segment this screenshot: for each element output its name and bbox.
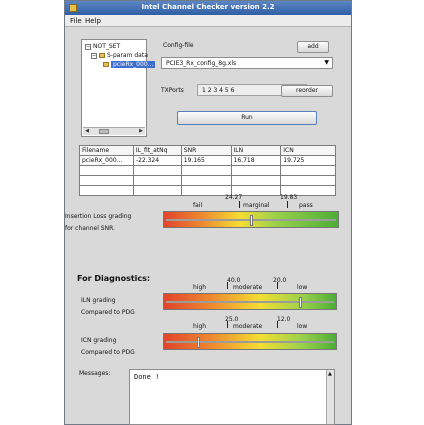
table-cell[interactable]: pcieRx_000... <box>79 155 134 166</box>
table-cell[interactable] <box>180 165 232 176</box>
snr-pass-label: pass <box>299 202 313 209</box>
table-row[interactable] <box>79 165 336 176</box>
messages-vertical-scrollbar[interactable]: ▲ <box>326 370 334 424</box>
icn-tick-1 <box>227 321 228 328</box>
table-cell[interactable]: 19.725 <box>280 155 336 166</box>
txports-value: 1 2 3 4 5 6 <box>202 87 235 94</box>
table-row[interactable]: pcieRx_000... -22.324 19.165 16.718 19.7… <box>79 155 336 166</box>
icn-low-label: low <box>297 323 308 330</box>
menu-help[interactable]: Help <box>85 17 101 25</box>
iln-threshold-2: 20.0 <box>273 277 287 284</box>
menu-file[interactable]: File <box>70 17 82 25</box>
snr-slider-thumb <box>250 215 253 226</box>
slider-track <box>166 341 334 343</box>
table-cell[interactable] <box>79 165 134 176</box>
messages-text: Done ! <box>134 373 160 381</box>
column-header-icn[interactable]: ICN <box>280 145 336 156</box>
icn-grading-label-2: Compared to PDG <box>81 349 135 356</box>
table-cell[interactable] <box>180 175 232 186</box>
scroll-left-icon[interactable]: ◀ <box>83 128 91 135</box>
column-header-il-fit[interactable]: IL_fit_atNq <box>132 145 182 156</box>
iln-threshold-1: 40.0 <box>227 277 241 284</box>
table-cell[interactable] <box>180 185 232 196</box>
snr-threshold-2: 19.83 <box>280 194 298 201</box>
icn-high-label: high <box>193 323 207 330</box>
title-bar: Intel Channel Checker version 2.2 <box>65 1 351 15</box>
tree-root[interactable]: − NOT_SET <box>85 43 120 50</box>
collapse-icon[interactable]: − <box>85 44 91 50</box>
table-row[interactable] <box>79 175 336 186</box>
tree-group-label: S-param data <box>107 52 148 59</box>
menu-bar: File Help <box>65 15 351 27</box>
txports-label: TXPorts <box>161 87 184 94</box>
config-file-value: PCIE3_Rx_config_8g.xls <box>166 60 237 67</box>
table-cell[interactable] <box>79 185 134 196</box>
iln-grading-label-2: Compared to PDG <box>81 309 135 316</box>
tree-group[interactable]: − S-param data <box>91 52 148 59</box>
config-file-label: Config-file <box>163 42 194 49</box>
snr-threshold-1: 24.27 <box>225 194 243 201</box>
diagnostics-heading: For Diagnostics: <box>77 274 151 283</box>
slider-track <box>166 301 334 303</box>
config-file-select[interactable]: PCIE3_Rx_config_8g.xls ▼ <box>161 57 333 69</box>
icn-threshold-2: 12.0 <box>277 316 291 323</box>
iln-tick-2 <box>277 282 278 289</box>
run-button[interactable]: Run <box>177 111 317 125</box>
icn-moderate-label: moderate <box>233 323 263 330</box>
scroll-right-icon[interactable]: ▶ <box>137 128 145 135</box>
snr-grading-label-1: Insertion Loss grading <box>65 213 132 220</box>
window-title: Intel Channel Checker version 2.2 <box>141 3 275 11</box>
icn-grading-label-1: ICN grading <box>81 337 117 344</box>
iln-grading-bar <box>163 293 337 310</box>
main-window: Intel Channel Checker version 2.2 File H… <box>64 0 352 425</box>
column-header-snr[interactable]: SNR <box>180 145 232 156</box>
file-icon <box>103 62 109 67</box>
collapse-icon[interactable]: − <box>91 53 97 59</box>
iln-slider-thumb <box>299 297 303 308</box>
scroll-up-icon[interactable]: ▲ <box>328 371 332 377</box>
column-header-iln[interactable]: ILN <box>230 145 282 156</box>
folder-icon <box>99 53 105 58</box>
iln-high-label: high <box>193 284 207 291</box>
reorder-button[interactable]: reorder <box>281 85 333 97</box>
iln-low-label: low <box>297 284 308 291</box>
results-table: Filename IL_fit_atNq SNR ILN ICN pcieRx_… <box>79 145 336 196</box>
column-header-filename[interactable]: Filename <box>79 145 134 156</box>
dropdown-arrow-icon[interactable]: ▼ <box>324 59 329 66</box>
snr-marginal-label: marginal <box>243 202 270 209</box>
icn-grading-bar <box>163 333 337 350</box>
iln-moderate-label: moderate <box>233 284 263 291</box>
table-cell[interactable] <box>132 185 182 196</box>
messages-textarea[interactable]: Done ! ▲ <box>129 369 335 425</box>
add-button[interactable]: add <box>297 41 329 53</box>
snr-fail-label: fail <box>193 202 203 209</box>
iln-grading-label-1: ILN grading <box>81 297 116 304</box>
snr-grading-label-2: for channel SNR. <box>65 225 115 232</box>
table-cell[interactable] <box>79 175 134 186</box>
table-cell[interactable] <box>280 165 336 176</box>
table-cell[interactable]: 19.165 <box>180 155 232 166</box>
tree-root-label: NOT_SET <box>93 43 121 50</box>
scroll-thumb[interactable] <box>99 129 109 134</box>
icn-slider-thumb <box>197 337 201 348</box>
snr-tick-1 <box>239 201 240 208</box>
snr-grading-bar <box>163 211 339 228</box>
tree-horizontal-scrollbar[interactable]: ◀ ▶ <box>83 127 145 135</box>
tree-selected-label: pcieRx_000... <box>111 61 156 68</box>
snr-tick-2 <box>287 201 288 208</box>
table-cell[interactable] <box>132 175 182 186</box>
table-cell[interactable]: 16.718 <box>230 155 282 166</box>
table-cell[interactable] <box>132 165 182 176</box>
icn-tick-2 <box>277 321 278 328</box>
messages-label: Messages: <box>79 370 111 377</box>
table-cell[interactable] <box>230 175 282 186</box>
iln-tick-1 <box>227 282 228 289</box>
table-cell[interactable]: -22.324 <box>132 155 182 166</box>
tree-item-selected[interactable]: pcieRx_000... <box>103 61 156 68</box>
table-cell[interactable] <box>230 165 282 176</box>
table-header-row: Filename IL_fit_atNq SNR ILN ICN <box>79 145 336 156</box>
table-cell[interactable] <box>280 175 336 186</box>
data-tree[interactable]: − NOT_SET − S-param data pcieRx_000... ◀ ▶ <box>81 39 156 137</box>
